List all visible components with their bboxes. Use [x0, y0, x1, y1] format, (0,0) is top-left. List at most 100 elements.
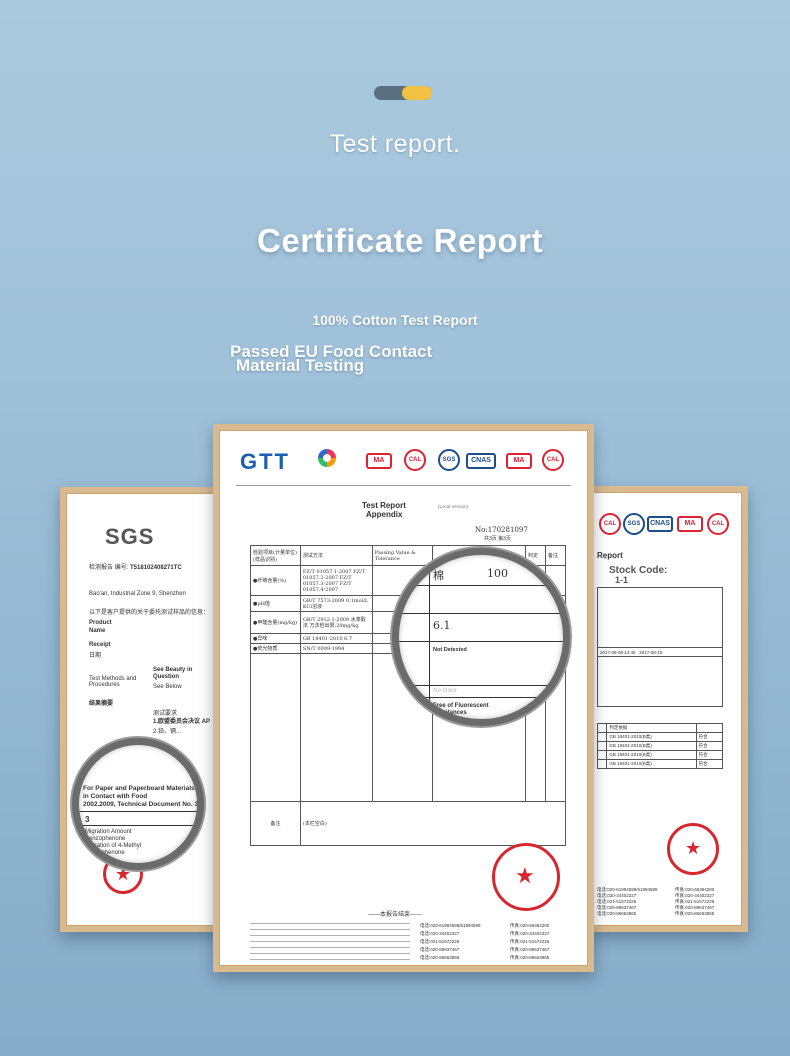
footer-fax-2: 传真:020-34402327	[510, 931, 550, 936]
zoom-row-line	[399, 613, 563, 614]
result-4: 符合	[695, 759, 724, 769]
result-code-1: GB 18401-2010(B类)	[606, 732, 697, 742]
progress-indicator	[374, 86, 432, 100]
zoom-col-line	[429, 555, 430, 719]
subtitle-food-contact: Passed EU Food Contact Material Testing	[230, 343, 490, 375]
remark-text: (本栏空白)	[299, 801, 567, 846]
sgs-product-label: Product	[89, 620, 112, 626]
zoom-row-line	[399, 685, 563, 686]
footer-phone-4: 电话:020-89637467	[420, 947, 460, 952]
zoom-methyl-line: Migration of 4-Methyl	[85, 843, 142, 849]
subtitle-food-contact-line2: Material Testing	[236, 356, 365, 375]
cnas-badge-icon: CNAS	[647, 516, 673, 532]
header-divider	[236, 485, 571, 486]
zoom-contact-line: in Contact with Food	[83, 793, 148, 800]
zoom-paper-line: For Paper and Paperboard Materials	[83, 785, 195, 792]
ma-badge-icon: MA	[366, 453, 392, 469]
footer-fax-3: 传真:021-51572226	[510, 939, 550, 944]
table-row-odor: ●异味	[250, 633, 301, 644]
ma-badge-icon-2: MA	[506, 453, 532, 469]
footer-phone-1: 电话:020-61994598/61994599	[420, 923, 481, 928]
cal-badge-icon: CAL	[599, 513, 621, 535]
remark-label: 备注	[250, 801, 301, 846]
sgs-receipt-label: Receipt	[89, 642, 111, 648]
result-code-2: GB 18401-2010(B类)	[606, 741, 697, 751]
footer-phone-3: 电话:021-51572226	[420, 939, 460, 944]
sgs-see-below: See Below	[153, 684, 182, 690]
sgs-methods-label: Test Methods and Procedures	[89, 676, 137, 688]
zoom-formaldehyde-result: Not Detected	[433, 647, 467, 653]
sgs-report-label: 检测报告 编号: T518102408271TC	[89, 565, 182, 571]
zoom-row-line	[399, 641, 563, 642]
right-result-table: 判定依据 GB 18401-2010(B类) 符合 GB 18401-2010(B…	[596, 723, 724, 769]
sgs-date-label: 日期	[89, 653, 102, 659]
table-row-formaldehyde: ●甲醛含量(mg/kg)	[250, 611, 301, 634]
right-date-issued: 2017-08-15	[639, 649, 663, 655]
sgs-info-line: 以下是客户提供的关于委托测试样品的信息：	[89, 610, 210, 616]
right-phone-5: 电话:020-86663865	[597, 911, 637, 916]
gtt-magnifier-lens: 棉 100 6.1 Not Detected No Odor Free of F…	[392, 548, 570, 726]
sgs-beauty-line: See Beauty in Question	[153, 667, 193, 680]
right-report-frame: CAL SGS CNAS MA CAL Report Stock Code: 1…	[586, 486, 748, 932]
report-end-text: ——本报告结束——	[368, 911, 423, 918]
zoom-benzophenone-line: Benzophenone	[85, 836, 126, 842]
zoom-divider-2	[79, 825, 197, 826]
cal-badge-icon-2: CAL	[542, 449, 564, 471]
sgs-report-number: T518102408271TC	[130, 565, 182, 571]
zoom-fluorescent-result: Free of Fluorescent Substances	[433, 703, 489, 716]
gtt-logo-icon	[318, 449, 336, 467]
result-header: 判定依据	[606, 723, 697, 733]
right-date-received: 2017-08-08 14:45	[600, 649, 636, 655]
result-code-4: GB 18401-2010(B类)	[606, 759, 697, 769]
table-row-formaldehyde-method: GB/T 2912.1-2009 水萃取法 方法检出限:20mg/kg	[299, 611, 373, 634]
right-fax-5: 传真:020-86663865	[675, 911, 715, 916]
table-row-fiber: ●纤维含量(%)	[250, 565, 301, 596]
col-header-passing: Passing Value & Tolerance	[371, 545, 433, 566]
result-1: 符合	[695, 732, 724, 742]
stock-code-value: 1-1	[615, 575, 629, 585]
table-row-fluorescent-method: SN/T 0009-1994	[299, 643, 373, 654]
sgs-magnifier-lens: For Paper and Paperboard Materials in Co…	[72, 738, 204, 870]
sgs-logo: SGS	[105, 524, 155, 549]
sgs-badge-icon: SGS	[438, 449, 460, 471]
subtitle-cotton: 100% Cotton Test Report	[312, 312, 478, 328]
sgs-name-label: Name	[89, 628, 106, 634]
col-header-remark: 备注	[544, 545, 567, 566]
zoom-value: 3	[85, 815, 90, 824]
zoom-row-line	[399, 585, 563, 586]
cal-badge-icon: CAL	[404, 449, 426, 471]
table-row-fluorescent: ●荧光物质	[250, 643, 301, 654]
right-report-document: CAL SGS CNAS MA CAL Report Stock Code: 1…	[592, 492, 742, 926]
footer-fax-4: 传真:020-89637467	[510, 947, 550, 952]
sgs-requirement-2: 2.铅、镉...	[153, 729, 182, 735]
section-title: Test report.	[329, 130, 461, 158]
page-indicator: 共3页 第3页	[484, 536, 511, 542]
cnas-badge-icon: CNAS	[466, 453, 496, 469]
stamp-star-icon: ★	[515, 863, 535, 888]
zoom-migration-line: Migration Amount	[85, 829, 132, 835]
report-heading-note: (Local Version)	[438, 504, 469, 509]
zoom-divider	[79, 811, 197, 812]
sgs-summary-label: 结果摘要	[89, 701, 114, 707]
right-report-heading: Report	[597, 551, 623, 560]
col-header-method: 测试方法	[299, 545, 373, 566]
zoom-cotton-label: 棉	[433, 569, 444, 582]
zoom-row-line	[399, 697, 563, 698]
address-lines	[250, 923, 410, 963]
footer-fax-5: 传真:020-86663865	[510, 955, 550, 960]
sgs-badge-icon: SGS	[623, 513, 645, 535]
sgs-requirement-1: 1.欧盟委员会决议 AP	[153, 719, 211, 725]
page-title: Certificate Report	[257, 222, 543, 259]
progress-indicator-fill	[402, 86, 432, 100]
right-info-table: 2017-08-08 14:45 2017-08-15	[597, 587, 723, 707]
table-row-fiber-method: FZ/T 01057.1-2007 FZ/T 01057.2-2007 FZ/T…	[299, 565, 373, 596]
zoom-ph-value: 6.1	[433, 619, 451, 632]
result-code-3: GB 18401-2010(B类)	[606, 750, 697, 760]
col-header-item: 检验项目(计量单位)(样品识别)	[250, 545, 301, 566]
cal-badge-icon-2: CAL	[707, 513, 729, 535]
stamp-star-icon: ★	[685, 838, 702, 858]
table-row-ph: ●pH值	[250, 595, 301, 612]
zoom-cotton-value: 100	[487, 567, 508, 580]
report-number: No:170281097	[475, 526, 528, 534]
table-row-ph-method: GB/T 7573-2009 0.1mol/L KCl溶液	[299, 595, 373, 612]
